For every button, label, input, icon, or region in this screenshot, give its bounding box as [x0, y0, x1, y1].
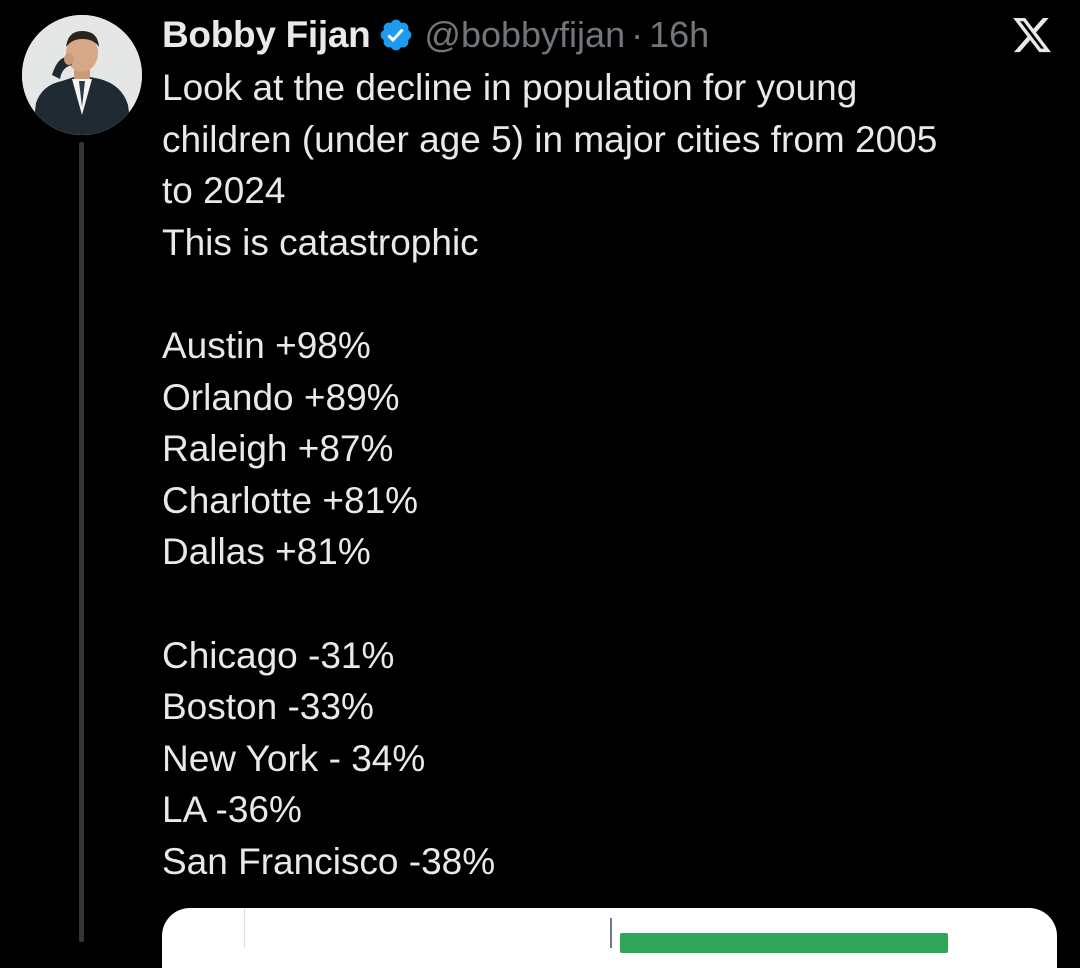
decline-list-item: San Francisco -38% — [162, 840, 496, 882]
tweet-text-line: to 2024 — [162, 170, 286, 212]
decline-list-item: Boston -33% — [162, 686, 374, 728]
decline-list-item: New York - 34% — [162, 737, 426, 779]
growth-list-item: Raleigh +87% — [162, 428, 394, 470]
tweet-text-line: This is catastrophic — [162, 221, 479, 263]
author-handle[interactable]: @bobbyfijan — [424, 14, 625, 56]
tweet-timestamp[interactable]: 16h — [649, 14, 709, 56]
x-logo-icon — [1010, 14, 1054, 56]
thread-connector-line — [79, 142, 84, 942]
decline-list-item: LA -36% — [162, 789, 302, 831]
growth-list-item: Charlotte +81% — [162, 479, 419, 521]
avatar[interactable] — [22, 15, 142, 135]
attached-chart-image[interactable] — [162, 908, 1057, 968]
tweet-text: Look at the decline in population for yo… — [162, 62, 1062, 888]
avatar-photo — [22, 15, 142, 135]
growth-list-item: Dallas +81% — [162, 531, 371, 573]
chart-bar — [620, 933, 948, 953]
tweet-header: Bobby Fijan @bobbyfijan · 16h — [162, 12, 709, 58]
decline-list-item: Chicago -31% — [162, 634, 395, 676]
chart-gridline — [244, 908, 245, 948]
growth-list-item: Austin +98% — [162, 324, 371, 366]
chart-axis-line — [610, 918, 612, 948]
growth-list-item: Orlando +89% — [162, 376, 400, 418]
tweet-text-line: children (under age 5) in major cities f… — [162, 118, 938, 160]
separator-dot: · — [631, 14, 644, 55]
author-display-name[interactable]: Bobby Fijan — [162, 14, 371, 56]
verified-badge-icon — [378, 17, 414, 53]
tweet-text-line: Look at the decline in population for yo… — [162, 67, 858, 108]
